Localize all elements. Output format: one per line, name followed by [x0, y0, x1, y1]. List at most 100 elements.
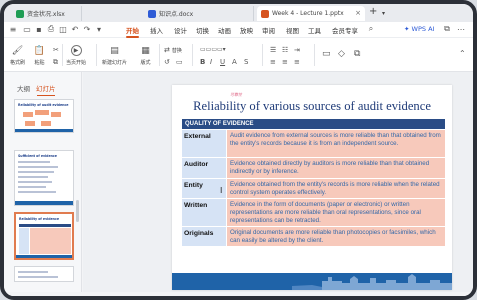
thumbnail-footer: [15, 201, 73, 205]
menu-view[interactable]: 视图: [286, 25, 299, 35]
arrange-icon[interactable]: ⧉: [354, 49, 360, 59]
more-icon[interactable]: ⋯: [456, 24, 466, 34]
strikethrough-icon[interactable]: S: [244, 58, 248, 66]
wps-ai-button[interactable]: ✦ WPS AI: [404, 25, 434, 33]
text-line: [18, 191, 56, 193]
copy-icon[interactable]: ⧉: [53, 58, 58, 67]
paste-button[interactable]: 📋 粘贴: [33, 45, 46, 67]
font-name-dropdown[interactable]: ▭▭▭▭▾: [200, 46, 226, 53]
wps-ai-label: WPS AI: [411, 25, 435, 33]
redo-icon[interactable]: ↷: [82, 24, 92, 34]
thumbnail-scrollbar[interactable]: [76, 200, 79, 222]
diagram-box: [23, 112, 33, 117]
replace-button[interactable]: ⇄ 替换: [164, 46, 182, 54]
clipboard-icon: 📋: [33, 45, 46, 56]
format-painter-label: 格式刷: [10, 60, 26, 66]
indent-icon[interactable]: ⇥: [294, 46, 300, 54]
shapes-icon[interactable]: ◇: [338, 49, 345, 59]
folder-icon[interactable]: ▭: [22, 24, 32, 34]
diagram-box: [41, 121, 51, 126]
text-line: [18, 271, 48, 273]
row-label: External: [182, 130, 226, 158]
divider: [314, 44, 315, 66]
diagram-box: [51, 112, 61, 117]
paste-label: 粘贴: [34, 60, 45, 66]
textbox-icon[interactable]: ▭: [322, 49, 331, 59]
layout-button[interactable]: ▦ 版式: [140, 45, 151, 67]
current-slide[interactable]: 可靠性 Reliability of various sources of au…: [172, 85, 452, 290]
save-icon[interactable]: ▪: [34, 24, 44, 34]
replace-label: 替换: [171, 47, 182, 54]
chevron-down-icon[interactable]: ▾: [382, 9, 385, 19]
text-line: [18, 186, 46, 188]
row-label: Auditor: [182, 158, 226, 179]
diagram-box: [25, 121, 35, 126]
menu-design[interactable]: 设计: [174, 25, 187, 35]
print-icon[interactable]: ⎙: [46, 24, 56, 34]
preview-icon[interactable]: ◫: [58, 24, 68, 34]
font-color-icon[interactable]: A: [232, 58, 237, 66]
tab-docx[interactable]: 知识点.docx: [144, 6, 254, 21]
slide-thumbnail[interactable]: Sufficient of evidence: [14, 150, 74, 206]
slide-footer-band: [172, 273, 452, 290]
italic-icon[interactable]: I: [210, 58, 212, 66]
row-text: Evidence in the form of documents (paper…: [226, 199, 445, 227]
text-line: [18, 276, 58, 278]
cut-icon[interactable]: ✂: [53, 46, 59, 54]
menu-member[interactable]: 会员专享: [332, 25, 358, 35]
reset-icon[interactable]: ↺: [164, 58, 170, 66]
menu-transitions[interactable]: 切换: [196, 25, 209, 35]
play-from-current-label: 当页开始: [66, 60, 87, 66]
menu-tools[interactable]: 工具: [308, 25, 321, 35]
tab-slides[interactable]: 幻灯片: [36, 83, 56, 96]
new-tab-plus-icon[interactable]: +: [369, 7, 377, 17]
collaborate-icon[interactable]: ⧉: [442, 24, 452, 34]
align-center-icon[interactable]: ≡: [282, 58, 288, 66]
menu-home[interactable]: 开始: [126, 25, 139, 38]
replace-icon: ⇄: [164, 46, 170, 54]
align-right-icon[interactable]: ≡: [294, 58, 300, 66]
text-line: [18, 166, 58, 168]
tab-xlsx[interactable]: 资金状况.xlsx: [12, 6, 82, 21]
tab-outline[interactable]: 大纲: [17, 83, 30, 93]
play-from-current-button[interactable]: ▶ 当页开始: [66, 45, 86, 66]
tab-pptx[interactable]: Week 4 - Lecture 1.pptx ×: [257, 6, 365, 21]
document-icon: [148, 9, 156, 18]
ai-sparkle-icon: ✦: [404, 25, 410, 33]
chevron-down-icon[interactable]: ▾: [94, 24, 104, 34]
slide-canvas: 可靠性 Reliability of various sources of au…: [83, 72, 473, 296]
format-painter-button[interactable]: 🖌 格式刷: [10, 45, 26, 67]
slide-thumbnail-selected[interactable]: Reliability of evidence: [14, 212, 74, 260]
close-icon[interactable]: ×: [355, 9, 361, 17]
numbering-icon[interactable]: ☷: [282, 46, 288, 54]
bold-icon[interactable]: B: [200, 58, 205, 66]
hamburger-menu-icon[interactable]: ≡: [8, 24, 18, 34]
slide-thumbnail[interactable]: Reliability of audit evidence: [14, 99, 74, 133]
tab-label: 资金状况.xlsx: [27, 11, 65, 18]
text-line: [18, 176, 48, 178]
menu-review[interactable]: 审阅: [262, 25, 275, 35]
slide-title[interactable]: Reliability of various sources of audit …: [172, 99, 452, 114]
thumbnail-header-bar: [19, 224, 71, 227]
thumbnail-footer: [15, 129, 73, 132]
table-header: QUALITY OF EVIDENCE: [182, 119, 445, 129]
search-icon[interactable]: ⌕: [366, 24, 376, 34]
underline-icon[interactable]: U: [220, 58, 225, 66]
align-left-icon[interactable]: ≡: [270, 58, 276, 66]
text-cursor-icon: I: [220, 186, 223, 195]
new-slide-button[interactable]: ▤ 新建幻灯片: [102, 45, 127, 67]
bullets-icon[interactable]: ☰: [270, 46, 276, 54]
table-row: External Audit evidence from external so…: [182, 130, 445, 158]
menu-slideshow[interactable]: 放映: [240, 25, 253, 35]
divider: [62, 44, 63, 66]
diagram-box: [35, 110, 49, 115]
spreadsheet-icon: [16, 9, 24, 18]
table-row: Auditor Evidence obtained directly by au…: [182, 158, 445, 179]
slide-thumbnail[interactable]: [14, 266, 74, 282]
collapse-ribbon-icon[interactable]: ⌃: [459, 49, 466, 58]
thumbnail-title: Sufficient of evidence: [18, 154, 57, 158]
menu-animation[interactable]: 动画: [218, 25, 231, 35]
undo-icon[interactable]: ↶: [70, 24, 80, 34]
menu-insert[interactable]: 插入: [150, 25, 163, 35]
section-icon[interactable]: ▭: [176, 58, 183, 66]
